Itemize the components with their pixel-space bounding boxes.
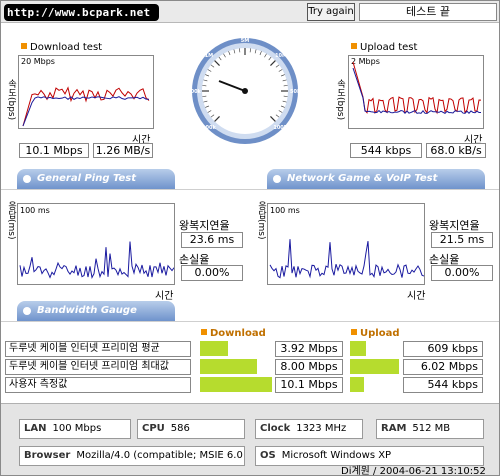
download-y-label: 속도(bps) xyxy=(6,79,16,121)
download-title: Download test xyxy=(21,42,102,53)
ping-loss-value: 0.00% xyxy=(181,265,243,281)
ping-rtt-value: 23.6 ms xyxy=(181,232,243,248)
gauge-tick-label: 1M xyxy=(205,53,213,59)
title-bar: http://www.bcpark.net Try again 테스트 끝 xyxy=(1,1,499,23)
download-bar-fill xyxy=(200,359,257,374)
game-graph: 100 ms xyxy=(267,203,425,285)
upload-bar-fill xyxy=(350,359,399,374)
download-bar-fill xyxy=(200,341,228,356)
tab-bullet-icon xyxy=(273,175,281,183)
game-chart xyxy=(269,239,424,279)
section-marker-icon xyxy=(201,329,207,335)
tab-bullet-icon xyxy=(23,307,31,315)
download-mbs-value: 1.26 MB/s xyxy=(93,143,153,158)
bandwidth-upload-header: Upload xyxy=(351,328,399,339)
gauge-tick-label: 50M xyxy=(290,89,299,95)
tab-general-ping-test[interactable]: General Ping Test xyxy=(17,169,175,189)
tab-bandwidth-gauge[interactable]: Bandwidth Gauge xyxy=(17,301,175,321)
game-series xyxy=(269,239,424,279)
upload-series-blue xyxy=(352,67,482,114)
ram-info: RAM 512 MB xyxy=(376,419,484,439)
download-bar xyxy=(200,341,272,356)
gauge-tick-label: 10M xyxy=(275,53,287,59)
ping-rtt-label: 왕복지연율 xyxy=(179,219,230,232)
download-bar-fill xyxy=(200,377,272,392)
system-info-panel: LAN 100 Mbps CPU 586 Clock 1323 MHz RAM 512 … xyxy=(1,403,499,476)
game-x-label: 시간 xyxy=(407,291,426,302)
upload-graph: 2 Mbps xyxy=(348,55,484,129)
ping-series xyxy=(19,241,174,280)
download-bar xyxy=(200,377,272,392)
cpu-info: CPU 586 xyxy=(137,419,245,439)
clock-info: Clock 1323 MHz xyxy=(255,419,363,439)
lan-info: LAN 100 Mbps xyxy=(19,419,131,439)
bandwidth-row-label: 사용자 측정값 xyxy=(5,377,191,393)
try-again-button[interactable]: Try again xyxy=(307,3,355,21)
tab-network-game-voip-test[interactable]: Network Game & VoIP Test xyxy=(267,169,485,189)
section-marker-icon xyxy=(351,43,357,49)
upload-y-label: 속도(bps) xyxy=(335,79,345,121)
gauge-tick-label: 100M xyxy=(273,125,288,131)
download-row-value: 8.00 Mbps xyxy=(275,359,343,375)
ping-chart xyxy=(19,241,174,280)
gauge-tick-label: 500k xyxy=(191,89,202,95)
bandwidth-row-label: 두루넷 케이블 인터넷 프리미엄 평균 xyxy=(5,341,191,357)
tab-bullet-icon xyxy=(23,175,31,183)
upload-bar xyxy=(350,377,400,392)
section-divider xyxy=(1,189,499,190)
browser-info: Browser Mozilla/4.0 (compatible; MSIE 6.0 xyxy=(19,446,245,466)
upload-row-value: 544 kbps xyxy=(403,377,483,393)
download-row-value: 3.92 Mbps xyxy=(275,341,343,357)
download-row-value: 10.1 Mbps xyxy=(275,377,343,393)
footer-timestamp: Di계원 / 2004-06-21 13:10:52 xyxy=(341,466,486,476)
download-bar xyxy=(200,359,272,374)
download-series-red xyxy=(22,86,150,127)
upload-kbps-value: 544 kbps xyxy=(350,143,422,158)
ping-x-label: 시간 xyxy=(155,291,174,302)
gauge-hub xyxy=(242,88,248,94)
upload-chart xyxy=(352,61,482,115)
upload-kbs-value: 68.0 kB/s xyxy=(426,143,486,158)
speed-test-window: http://www.bcpark.net Try again 테스트 끝 Do… xyxy=(0,0,500,476)
bandwidth-download-header: Download xyxy=(201,328,266,339)
game-rtt-value: 21.5 ms xyxy=(431,232,493,248)
game-loss-value: 0.00% xyxy=(431,265,493,281)
download-chart xyxy=(22,86,150,127)
section-divider xyxy=(1,321,499,322)
section-marker-icon xyxy=(351,329,357,335)
game-rtt-label: 왕복지연율 xyxy=(429,219,480,232)
upload-row-value: 609 kbps xyxy=(403,341,483,357)
gauge-tick-label: 5M xyxy=(241,38,249,44)
upload-bar xyxy=(350,341,400,356)
ping-graph: 100 ms xyxy=(17,203,175,285)
section-marker-icon xyxy=(21,43,27,49)
speed-gauge: 100k 500k 1M 5M 10M 50M 100M xyxy=(187,37,302,145)
upload-row-value: 6.02 Mbps xyxy=(403,359,483,375)
site-url[interactable]: http://www.bcpark.net xyxy=(4,4,159,21)
download-mbps-value: 10.1 Mbps xyxy=(19,143,89,158)
upload-series-red xyxy=(352,61,482,115)
upload-bar-fill xyxy=(350,341,366,356)
upload-bar xyxy=(350,359,400,374)
test-status: 테스트 끝 xyxy=(359,3,497,21)
upload-bar-fill xyxy=(350,377,364,392)
bandwidth-row-label: 두루넷 케이블 인터넷 프리미엄 최대값 xyxy=(5,359,191,375)
gauge-tick-label: 100k xyxy=(202,125,216,131)
upload-title: Upload test xyxy=(351,42,417,53)
download-graph: 20 Mbps xyxy=(18,55,154,129)
